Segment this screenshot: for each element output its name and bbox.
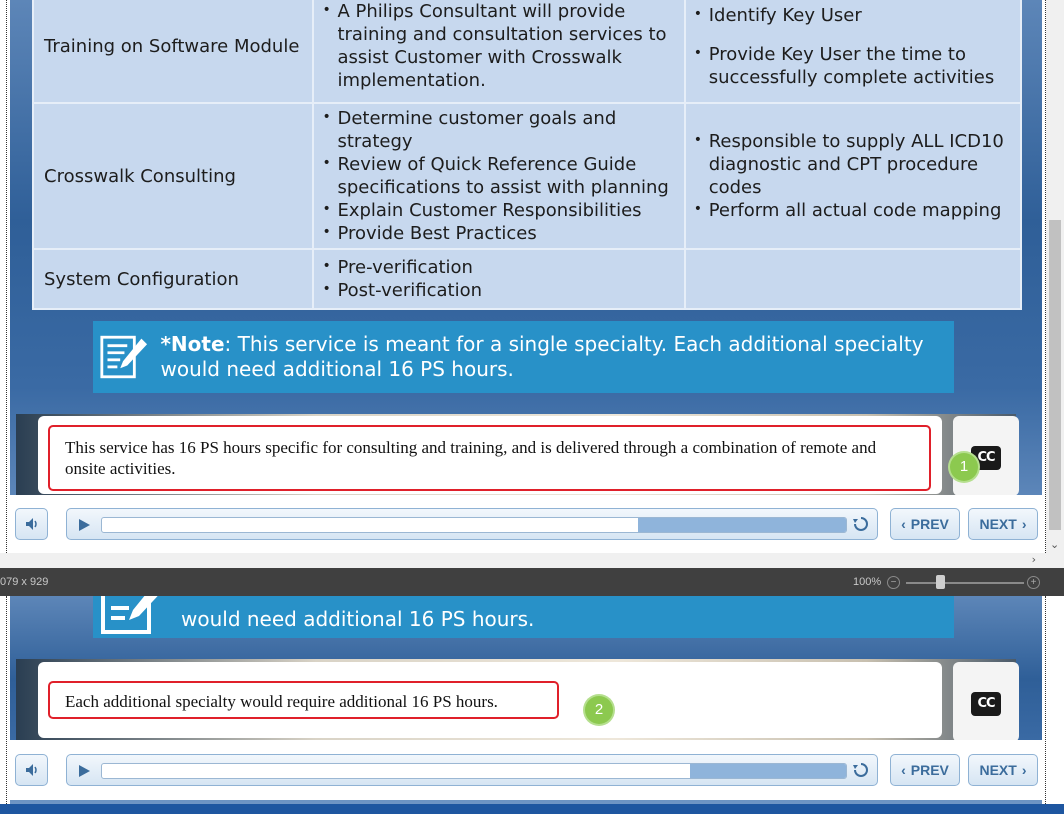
next-label: NEXT <box>979 516 1017 532</box>
table-cell-customer: Identify Key User Provide Key User the t… <box>683 0 1023 104</box>
horizontal-scrollbar[interactable]: › <box>0 553 1064 568</box>
vertical-scrollbar[interactable]: ⌄ <box>1046 0 1064 553</box>
closed-captions-icon[interactable]: CC <box>971 692 1001 716</box>
zoom-in-icon[interactable]: + <box>1027 576 1040 589</box>
table-cell-service: Training on Software Module <box>31 0 315 104</box>
closed-captions-panel: CC <box>953 662 1019 742</box>
slide-view-top: Training on Software Module A Philips Co… <box>0 0 1064 553</box>
note-banner: *Note: This service is meant for a singl… <box>93 321 954 393</box>
slide-stage: would need additional 16 PS hours. Each … <box>10 596 1042 804</box>
note-label: *Note <box>160 332 225 356</box>
notepad-pencil-icon <box>100 335 148 379</box>
chevron-right-icon: › <box>1021 762 1027 778</box>
speaker-icon <box>25 764 37 776</box>
replay-icon[interactable] <box>853 762 869 778</box>
speaker-icon <box>25 518 37 530</box>
table-row: System Configuration Pre-verification Po… <box>31 248 1023 310</box>
table-cell-philips: Pre-verification Post-verification <box>312 248 686 310</box>
table-row: Training on Software Module A Philips Co… <box>31 0 1023 104</box>
table-cell-service: System Configuration <box>31 248 315 310</box>
customer-list: Identify Key User Provide Key User the t… <box>694 3 1020 89</box>
table-cell-philips: A Philips Consultant will provide traini… <box>312 0 686 104</box>
list-item: Provide Key User the time to successfull… <box>694 42 1020 89</box>
service-name: Crosswalk Consulting <box>44 165 236 187</box>
chevron-right-icon: › <box>1021 516 1027 532</box>
philips-list: Determine customer goals and strategy Re… <box>322 106 683 245</box>
services-table: Training on Software Module A Philips Co… <box>31 0 1023 310</box>
step-marker: 2 <box>585 696 613 724</box>
list-item: Explain Customer Responsibilities <box>322 198 683 222</box>
progress-track[interactable] <box>101 517 847 533</box>
next-label: NEXT <box>979 762 1017 778</box>
progress-remaining <box>689 764 846 778</box>
scroll-down-icon[interactable]: ⌄ <box>1050 538 1059 551</box>
mute-button[interactable] <box>15 754 48 786</box>
zoom-level: 100% <box>853 576 882 588</box>
list-item: Post-verification <box>322 278 683 302</box>
progress-remaining <box>637 518 846 532</box>
table-cell-customer: Responsible to supply ALL ICD10 diagnost… <box>683 102 1023 250</box>
list-item: Responsible to supply ALL ICD10 diagnost… <box>694 129 1020 199</box>
seekbar-container <box>66 754 878 786</box>
mute-button[interactable] <box>15 508 48 540</box>
play-icon[interactable] <box>77 764 91 778</box>
player-bar: ‹ PREV NEXT › <box>10 740 1042 800</box>
progress-track[interactable] <box>101 763 847 779</box>
chevron-left-icon: ‹ <box>901 762 906 778</box>
table-cell-service: Crosswalk Consulting <box>31 102 315 250</box>
frame-border <box>6 596 7 804</box>
prev-button[interactable]: ‹ PREV <box>890 508 960 540</box>
caption-text: This service has 16 PS hours specific fo… <box>65 438 877 478</box>
prev-label: PREV <box>910 762 949 778</box>
list-item: Identify Key User <box>694 3 1020 27</box>
table-cell-philips: Determine customer goals and strategy Re… <box>312 102 686 250</box>
zoom-slider-thumb[interactable] <box>936 575 945 589</box>
list-item: Determine customer goals and strategy <box>322 106 683 153</box>
table-row: Crosswalk Consulting Determine customer … <box>31 102 1023 250</box>
seekbar-container <box>66 508 878 540</box>
table-cell-customer <box>683 248 1023 310</box>
note-text: would need additional 16 PS hours. <box>181 596 534 632</box>
player-bar: ‹ PREV NEXT › <box>10 495 1042 553</box>
list-item: Pre-verification <box>322 255 683 279</box>
chevron-left-icon: ‹ <box>901 516 906 532</box>
note-body: would need additional 16 PS hours. <box>181 606 535 631</box>
prev-label: PREV <box>910 516 949 532</box>
prev-button[interactable]: ‹ PREV <box>890 754 960 786</box>
philips-list: Pre-verification Post-verification <box>322 255 683 302</box>
note-text: *Note: This service is meant for a singl… <box>160 332 954 382</box>
scroll-right-icon[interactable]: › <box>1032 553 1036 566</box>
service-name: System Configuration <box>44 268 239 290</box>
scrollbar-thumb[interactable] <box>1049 220 1061 530</box>
frame-border <box>1045 596 1046 804</box>
note-body: : This service is meant for a single spe… <box>160 332 924 381</box>
caption-text: Each additional specialty would require … <box>65 692 498 711</box>
next-button[interactable]: NEXT › <box>968 754 1038 786</box>
list-item: A Philips Consultant will provide traini… <box>322 0 683 92</box>
image-dimensions: 079 x 929 <box>0 576 49 588</box>
customer-list: Responsible to supply ALL ICD10 diagnost… <box>694 129 1020 222</box>
step-marker: 1 <box>950 453 978 481</box>
replay-icon[interactable] <box>853 516 869 532</box>
slide-stage: Training on Software Module A Philips Co… <box>10 0 1042 553</box>
service-name: Training on Software Module <box>44 35 300 57</box>
list-item: Provide Best Practices <box>322 221 683 245</box>
next-button[interactable]: NEXT › <box>968 508 1038 540</box>
caption-highlight: This service has 16 PS hours specific fo… <box>48 425 931 491</box>
play-icon[interactable] <box>77 518 91 532</box>
status-bar: 079 x 929 100% − + <box>0 568 1064 596</box>
list-item: Review of Quick Reference Guide specific… <box>322 152 683 199</box>
philips-list: A Philips Consultant will provide traini… <box>322 0 683 92</box>
zoom-out-icon[interactable]: − <box>887 576 900 589</box>
slide-view-bottom: would need additional 16 PS hours. Each … <box>0 596 1064 804</box>
zoom-slider[interactable] <box>906 582 1024 584</box>
notepad-pencil-icon <box>101 596 158 634</box>
note-banner: would need additional 16 PS hours. <box>93 596 954 638</box>
frame-border <box>6 0 7 553</box>
list-item: Perform all actual code mapping <box>694 198 1020 222</box>
caption-highlight: Each additional specialty would require … <box>48 681 559 719</box>
